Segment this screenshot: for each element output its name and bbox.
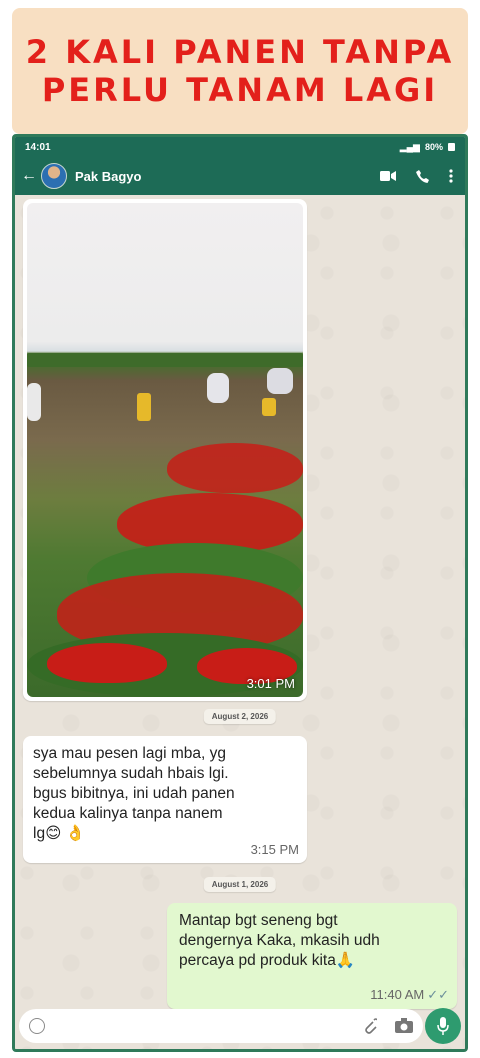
outgoing-message-text: Mantap bgt seneng bgt dengernya Kaka, mk… xyxy=(179,912,380,969)
outgoing-message-meta: 11:40 AM ✓✓ xyxy=(370,987,449,1003)
incoming-message[interactable]: sya mau pesen lagi mba, yg sebelumnya su… xyxy=(23,736,307,863)
avatar[interactable] xyxy=(41,163,67,189)
image-timestamp: 3:01 PM xyxy=(246,676,295,691)
headline-line-1: 2 KALI PANEN TANPA xyxy=(25,33,455,71)
signal-icon: ▂▄▆ xyxy=(399,141,420,152)
date-separator: August 2, 2026 xyxy=(203,709,277,724)
battery-icon xyxy=(448,143,455,151)
image-message[interactable]: 3:01 PM xyxy=(23,199,307,701)
message-composer[interactable] xyxy=(19,1009,423,1043)
emoji-icon[interactable] xyxy=(29,1018,45,1034)
status-indicators: ▂▄▆ 80% xyxy=(400,142,455,153)
yellow-crate xyxy=(262,398,276,416)
phone-call-icon[interactable] xyxy=(416,169,429,183)
outgoing-message[interactable]: Mantap bgt seneng bgt dengernya Kaka, mk… xyxy=(167,903,457,1009)
more-options-icon[interactable] xyxy=(449,169,453,183)
red-peppers xyxy=(167,443,303,493)
chat-area[interactable]: 3:01 PM August 2, 2026 sya mau pesen lag… xyxy=(15,195,465,1049)
chat-header: ← Pak Bagyo xyxy=(15,157,465,195)
sack xyxy=(27,383,41,421)
incoming-message-text: sya mau pesen lagi mba, yg sebelumnya su… xyxy=(33,745,235,842)
harvester-person xyxy=(207,373,229,403)
red-peppers xyxy=(47,643,167,683)
outgoing-message-time: 11:40 AM xyxy=(370,987,425,1002)
yellow-crate xyxy=(137,393,151,421)
read-receipt-icon: ✓✓ xyxy=(427,987,449,1002)
mic-icon xyxy=(437,1017,449,1035)
attach-icon[interactable] xyxy=(363,1018,377,1034)
status-time: 14:01 xyxy=(25,141,51,153)
status-bar: 14:01 ▂▄▆ 80% xyxy=(15,137,465,157)
camera-icon[interactable] xyxy=(395,1018,413,1033)
back-arrow-icon[interactable]: ← xyxy=(21,167,37,185)
headline-line-2: PERLU TANAM LAGI xyxy=(41,71,439,109)
cornfield-row xyxy=(27,353,303,367)
harvester-person xyxy=(267,368,293,394)
whatsapp-screenshot: 14:01 ▂▄▆ 80% ← Pak Bagyo 3:01 PM August… xyxy=(12,134,468,1052)
mic-button[interactable] xyxy=(425,1008,461,1044)
battery-percent: 80% xyxy=(424,142,443,152)
headline-banner: 2 KALI PANEN TANPA PERLU TANAM LAGI xyxy=(12,8,468,134)
date-separator: August 1, 2026 xyxy=(203,877,277,892)
chili-harvest-photo[interactable]: 3:01 PM xyxy=(27,203,303,697)
video-call-icon[interactable] xyxy=(380,170,396,182)
contact-name[interactable]: Pak Bagyo xyxy=(75,169,380,184)
incoming-message-time: 3:15 PM xyxy=(250,842,299,857)
